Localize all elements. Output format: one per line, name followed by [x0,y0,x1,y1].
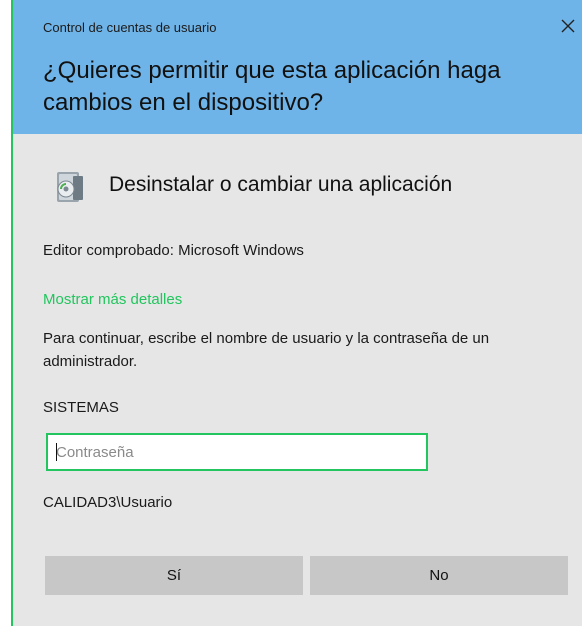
yes-button[interactable]: Sí [45,556,303,595]
close-button[interactable] [556,14,580,38]
password-input[interactable] [46,433,428,471]
publisher-label: Editor comprobado: Microsoft Windows [43,242,304,259]
window-title: Control de cuentas de usuario [43,20,217,35]
program-installer-icon [57,172,83,202]
username-label: SISTEMAS [43,399,119,416]
close-icon [561,19,575,33]
show-details-link[interactable]: Mostrar más detalles [43,291,182,308]
dialog-header: Control de cuentas de usuario ¿Quieres p… [13,0,582,134]
app-name: Desinstalar o cambiar una aplicación [109,173,453,196]
dialog-question: ¿Quieres permitir que esta aplicación ha… [43,57,501,116]
no-button[interactable]: No [310,556,568,595]
text-caret [56,443,57,461]
domain-user-label: CALIDAD3\Usuario [43,494,173,511]
credentials-instructions: Para continuar, escribe el nombre de usu… [43,330,490,370]
uac-dialog: Control de cuentas de usuario ¿Quieres p… [11,0,582,626]
